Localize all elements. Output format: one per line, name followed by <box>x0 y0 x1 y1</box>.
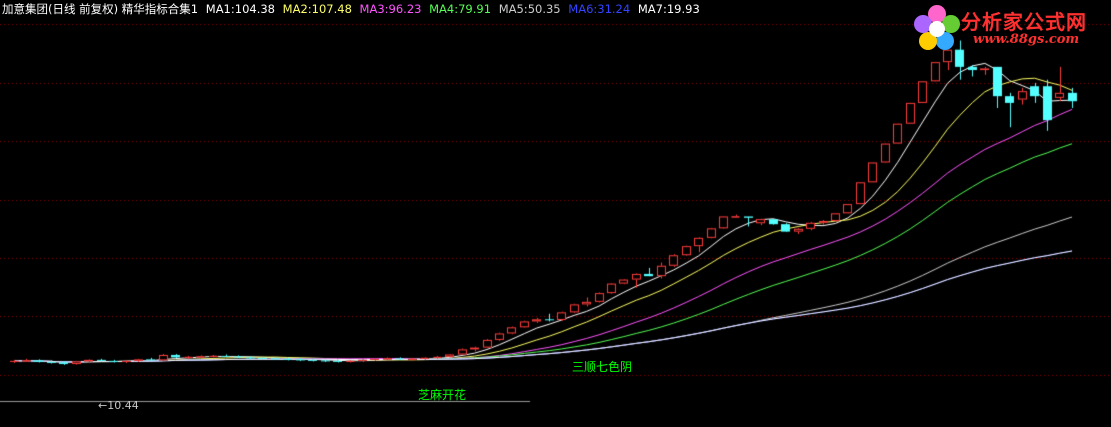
ma1-label: MA1: <box>205 2 235 16</box>
chart-title: 加意集团(日线 前复权) 精华指标合集1 <box>2 2 199 16</box>
logo-name: 分析家公式网 <box>961 10 1087 34</box>
ma5-value: 50.35 <box>527 2 561 16</box>
chart-header: 加意集团(日线 前复权) 精华指标合集1 MA1:104.38 MA2:107.… <box>2 1 704 17</box>
site-logo: 分析家公式网 www.88gs.com <box>913 4 1103 52</box>
ma4-label: MA4: <box>429 2 459 16</box>
logo-url: www.88gs.com <box>973 32 1080 47</box>
ma6-value: 31.24 <box>597 2 631 16</box>
ma6-indicator: MA6:31.24 <box>568 2 630 16</box>
ma4-indicator: MA4:79.91 <box>429 2 491 16</box>
ma1-value: 104.38 <box>234 2 275 16</box>
ma6-label: MA6: <box>568 2 598 16</box>
low-price-label: ←10.44 <box>98 399 139 412</box>
candlestick-chart <box>0 0 1111 427</box>
ma7-indicator: MA7:19.93 <box>638 2 700 16</box>
flower-icon <box>914 5 960 50</box>
ma1-indicator: MA1:104.38 <box>206 2 275 16</box>
ma2-value: 107.48 <box>311 2 352 16</box>
ma7-label: MA7: <box>637 2 667 16</box>
ma3-label: MA3: <box>359 2 389 16</box>
ma3-indicator: MA3:96.23 <box>360 2 422 16</box>
annotation-top: 三顺七色阴 <box>572 360 633 374</box>
ma5-indicator: MA5:50.35 <box>499 2 561 16</box>
ma2-indicator: MA2:107.48 <box>283 2 352 16</box>
annotation-bottom: 芝麻开花 <box>418 388 467 402</box>
ma7-value: 19.93 <box>666 2 700 16</box>
ma2-label: MA2: <box>282 2 312 16</box>
ma3-value: 96.23 <box>388 2 422 16</box>
ma4-value: 79.91 <box>458 2 492 16</box>
ma5-label: MA5: <box>498 2 528 16</box>
